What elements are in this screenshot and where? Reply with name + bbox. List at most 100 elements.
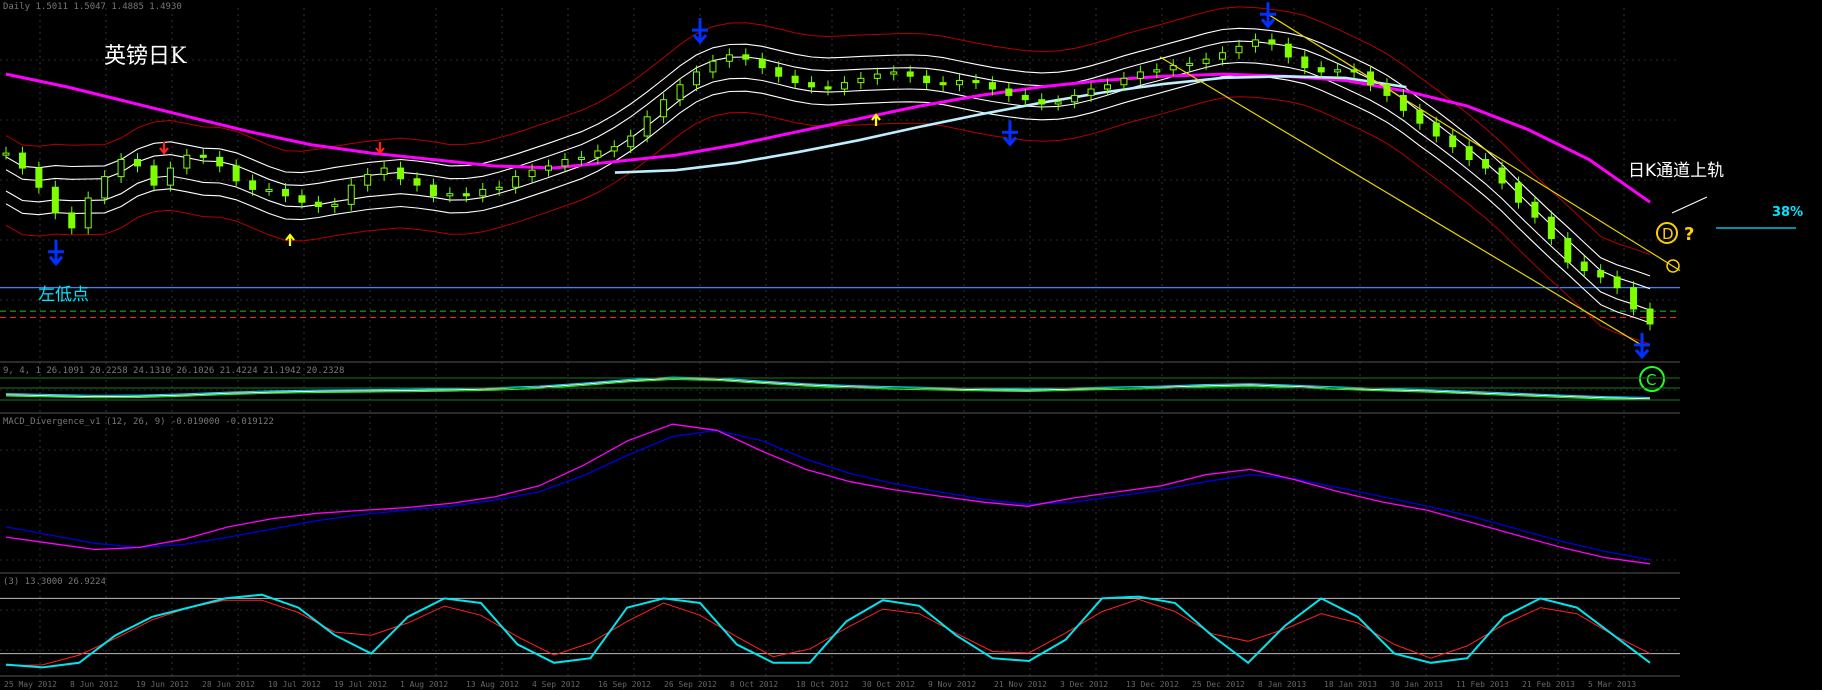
candle-body: [232, 165, 240, 182]
candle-body: [1449, 135, 1457, 148]
macd-line: [5, 423, 1651, 565]
candle-body: [298, 195, 306, 203]
trendline: [1267, 13, 1681, 272]
candle-body: [1103, 84, 1111, 90]
candle-body: [561, 159, 569, 167]
candle-body: [1284, 43, 1292, 58]
candle-body: [1186, 62, 1194, 67]
candle-body: [808, 82, 816, 88]
candle-body: [1531, 201, 1539, 218]
candle-body: [183, 154, 191, 169]
candle-body: [676, 84, 684, 101]
candle-body: [610, 146, 618, 152]
candle-body: [117, 159, 125, 178]
candle-body: [1630, 287, 1638, 310]
candle-body: [725, 54, 733, 62]
candle-body: [528, 169, 536, 178]
candle-body: [1465, 146, 1473, 161]
candle-body: [1350, 69, 1358, 73]
candle-body: [1498, 167, 1506, 184]
candle-body: [1153, 69, 1161, 73]
candle-body: [1334, 69, 1342, 73]
candle-body: [545, 165, 553, 171]
candle-body: [1416, 109, 1424, 124]
x-tick-label: 25 May 2012: [4, 680, 57, 689]
candle-body: [380, 167, 388, 175]
x-tick-label: 9 Nov 2012: [928, 680, 977, 689]
candle-body: [1120, 77, 1128, 86]
candle-body: [166, 167, 174, 186]
candle-body: [1580, 261, 1588, 272]
candle-body: [429, 184, 437, 197]
candle-body: [742, 54, 750, 60]
x-tick-label: 13 Aug 2012: [466, 680, 519, 689]
candle-body: [1251, 39, 1259, 47]
x-tick-label: 4 Sep 2012: [532, 680, 581, 689]
candle-body: [1482, 159, 1490, 169]
candle-body: [101, 176, 109, 199]
candle-body: [18, 152, 26, 169]
candle-body: [1054, 101, 1062, 105]
candle-body: [413, 178, 421, 186]
candle-body: [857, 77, 865, 84]
d-label: D: [1662, 225, 1674, 243]
candle-body: [281, 188, 289, 197]
adx-pane-header: 9, 4, 1 26.1091 20.2258 24.1310 26.1026 …: [3, 366, 345, 376]
candle-body: [495, 186, 503, 190]
candle-body: [906, 71, 914, 77]
candle-body: [758, 58, 766, 69]
chart-title: 英镑日K: [104, 44, 187, 69]
candle-body: [150, 165, 158, 186]
pivot-marker: [1260, 2, 1276, 29]
x-tick-label: 8 Jun 2012: [70, 680, 119, 689]
candle-body: [51, 186, 59, 214]
x-tick-label: 26 Sep 2012: [664, 680, 717, 689]
candle-body: [643, 116, 651, 137]
fib-38-label: 38%: [1772, 205, 1804, 220]
candle-body: [972, 79, 980, 84]
candle-body: [84, 197, 92, 229]
candle-body: [577, 156, 585, 161]
x-tick-label: 25 Dec 2012: [1192, 680, 1245, 689]
envelope-line: [5, 6, 1651, 255]
left-low-label: 左低点: [38, 285, 89, 305]
candle-body: [1202, 58, 1210, 64]
upper-rail-label: 日K通道上轨: [1628, 161, 1725, 181]
candle-body: [1547, 216, 1555, 240]
candle-body: [1564, 238, 1572, 263]
candle-body: [512, 176, 520, 188]
candle-body: [199, 154, 207, 158]
candle-body: [314, 201, 322, 207]
candle-body: [364, 173, 372, 186]
candle-body: [627, 135, 635, 148]
x-tick-label: 21 Nov 2012: [994, 680, 1047, 689]
sell-arrow: [375, 142, 385, 155]
candle-body: [840, 82, 848, 90]
x-tick-label: 30 Oct 2012: [862, 680, 915, 689]
x-tick-label: 18 Oct 2012: [796, 680, 849, 689]
annotation-arrow: [1671, 196, 1708, 214]
candle-body: [988, 82, 996, 90]
x-tick-label: 18 Jan 2013: [1324, 680, 1377, 689]
candle-body: [1071, 94, 1079, 103]
candle-body: [1432, 122, 1440, 137]
envelope-line: [5, 40, 1651, 290]
x-tick-label: 3 Dec 2012: [1060, 680, 1109, 689]
x-tick-label: 30 Jan 2013: [1390, 680, 1443, 689]
x-tick-label: 8 Jan 2013: [1258, 680, 1307, 689]
candle-body: [446, 193, 454, 197]
x-tick-label: 11 Feb 2013: [1456, 680, 1509, 689]
c-label: C: [1646, 371, 1656, 389]
candle-body: [1301, 56, 1309, 69]
pivot-marker: [692, 18, 708, 45]
stoch-k-line: [5, 593, 1651, 669]
candle-body: [791, 75, 799, 84]
candle-body: [890, 71, 898, 75]
candle-body: [35, 167, 43, 188]
candle-body: [1136, 71, 1144, 79]
main-pane-header: Daily 1.5011 1.5047 1.4885 1.4930: [3, 2, 182, 12]
candle-body: [479, 188, 487, 197]
chart-canvas: DC: [0, 2, 1796, 677]
question-mark: ?: [1684, 224, 1695, 245]
x-tick-label: 21 Feb 2013: [1522, 680, 1575, 689]
